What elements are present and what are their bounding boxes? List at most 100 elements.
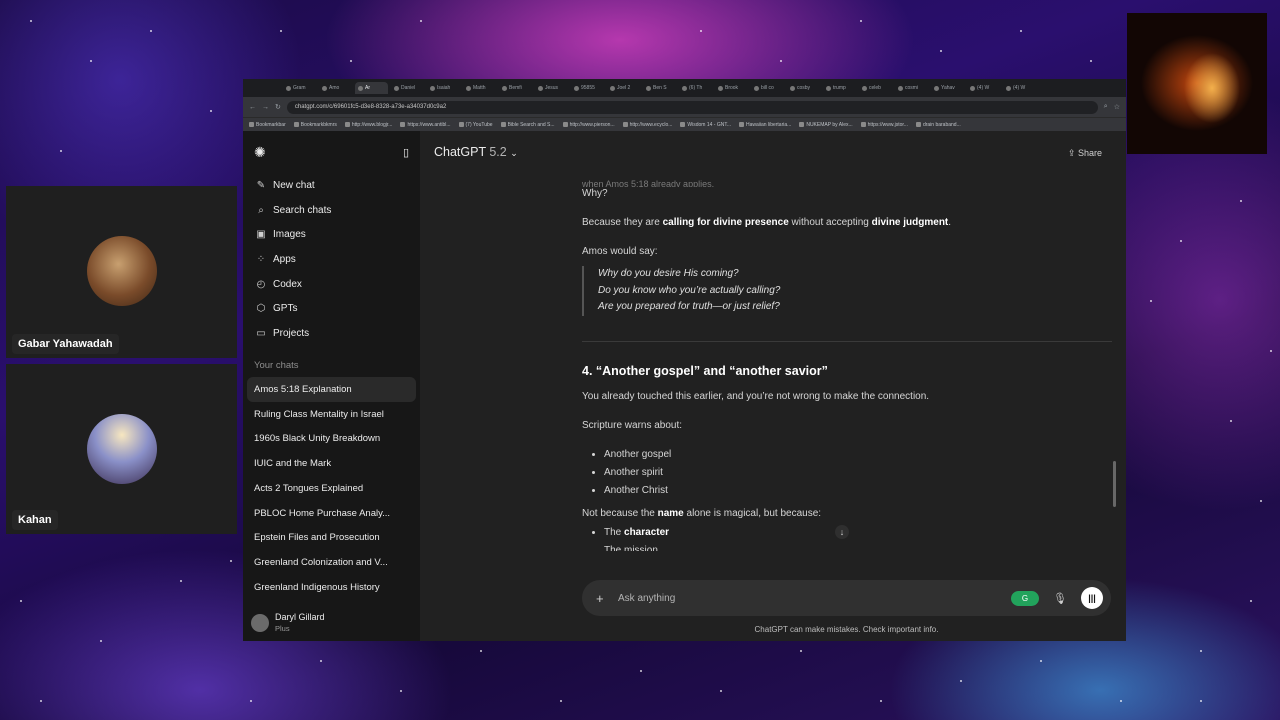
browser-tab[interactable]: (4) W — [1003, 82, 1036, 94]
projects-icon: ▭ — [256, 327, 266, 339]
bookmark-icon — [293, 122, 299, 127]
sidebar-item-new-chat[interactable]: ✎ New chat — [243, 173, 420, 198]
sidebar-item-projects[interactable]: ▭ Projects — [243, 321, 420, 346]
scrollbar[interactable] — [1113, 461, 1116, 507]
browser-tab[interactable]: Gram — [283, 82, 316, 94]
browser-tab[interactable]: (6) Th — [679, 82, 712, 94]
reload-icon[interactable]: ↻ — [275, 103, 281, 111]
browser-tab[interactable]: cosmi — [895, 82, 928, 94]
bookmark-item[interactable]: http://www.blogjr... — [344, 122, 392, 128]
model-selector[interactable]: ChatGPT 5.2 ⌄ — [434, 145, 518, 159]
user-profile[interactable]: Daryl Gillard Plus — [251, 612, 325, 633]
bookmark-item[interactable]: http://www.ecyclo... — [622, 122, 672, 128]
paragraph: Scripture warns about: — [582, 419, 683, 431]
bookmark-icon — [622, 122, 628, 127]
zoom-icon[interactable]: ⌕ — [1104, 103, 1108, 111]
apps-icon: ⁘ — [256, 253, 266, 265]
bookmarks-bar: Bookmarkbar Bookmarkbkmrs http://www.blogj… — [243, 117, 1126, 131]
favicon-icon — [1006, 85, 1011, 91]
favicon-icon — [358, 85, 363, 91]
blockquote: Why do you desire His coming? Do you kno… — [582, 266, 1112, 316]
section-heading: 4. “Another gospel” and “another savior” — [582, 363, 828, 378]
bookmark-item[interactable]: Bookmarkbkmrs — [293, 122, 337, 128]
gpts-icon: ⬡ — [256, 303, 266, 315]
chat-history-item[interactable]: IUIC and the Mark — [243, 451, 420, 476]
bookmark-item[interactable]: Bible Search and S... — [500, 122, 555, 128]
browser-tab[interactable]: (4) W — [967, 82, 1000, 94]
browser-tab[interactable]: Yahav — [931, 82, 964, 94]
grammarly-icon[interactable]: G — [1011, 590, 1040, 606]
plus-icon[interactable]: + — [596, 591, 610, 606]
bookmark-icon — [500, 122, 506, 127]
chat-history-item[interactable]: 1960s Black Unity Breakdown — [243, 426, 420, 451]
list-item: Another spirit — [604, 466, 1112, 479]
list-item: The mission — [604, 544, 1112, 551]
openai-logo-icon[interactable]: ✺ — [254, 144, 266, 161]
new-chat-icon: ✎ — [256, 179, 266, 191]
chevron-down-icon: ⌄ — [510, 148, 518, 158]
bookmark-item[interactable]: https://www.antibl... — [400, 122, 451, 128]
user-plan: Plus — [275, 624, 290, 633]
bookmark-item[interactable]: (7) YouTube — [458, 122, 493, 128]
disclaimer: ChatGPT can make mistakes. Check importa… — [754, 625, 939, 634]
url-input[interactable]: chatgpt.com/c/69601fc5-d3e8-8328-a73e-a3… — [286, 100, 1098, 114]
bookmark-icon — [344, 122, 350, 127]
scroll-down-button[interactable]: ↓ — [835, 525, 849, 539]
browser-tab[interactable]: Joel 2 — [607, 82, 640, 94]
bookmark-item[interactable]: Bookmarkbar — [249, 122, 286, 128]
browser-tab[interactable]: celeb — [859, 82, 892, 94]
chat-history-item[interactable]: Greenland Colonization and V... — [243, 550, 420, 575]
browser-tab[interactable]: Jesus — [535, 82, 568, 94]
sidebar-toggle-icon[interactable]: ▯ — [403, 146, 409, 159]
bookmark-item[interactable]: drain baraband... — [915, 122, 961, 128]
bookmark-icon — [860, 122, 866, 127]
codex-icon: ◴ — [256, 278, 266, 290]
browser-tab[interactable]: Daniel — [391, 82, 424, 94]
browser-tab[interactable]: Ben S — [643, 82, 676, 94]
sidebar-item-codex[interactable]: ◴ Codex — [243, 272, 420, 297]
browser-tab[interactable]: trump — [823, 82, 856, 94]
prompt-input[interactable] — [618, 592, 1012, 604]
chat-main: ChatGPT 5.2 ⌄ ⇪ Share when Amos 5:18 alr… — [420, 131, 1126, 641]
chat-history-item[interactable]: Amos 5:18 Explanation — [247, 376, 416, 402]
sidebar-item-gpts[interactable]: ⬡ GPTs — [243, 296, 420, 321]
browser-tab[interactable]: Amo — [319, 82, 352, 94]
browser-tab[interactable]: Brook — [715, 82, 748, 94]
browser-tab[interactable]: Matth — [463, 82, 496, 94]
chatgpt-app: ✺ ▯ ✎ New chat ⌕ Search chats ▣ Images ⁘ Apps ◴ C… — [243, 131, 1126, 641]
your-chats-heading: Your chats — [254, 359, 299, 371]
paragraph: Because they are calling for divine pres… — [582, 217, 952, 228]
star-icon[interactable]: ☆ — [1114, 103, 1120, 111]
bookmark-item[interactable]: Hawaiian libertaria... — [739, 122, 791, 128]
back-icon[interactable]: ← — [249, 104, 256, 111]
truncated-line: when Amos 5:18 already applies. — [582, 179, 715, 187]
share-button[interactable]: ⇪ Share — [1068, 148, 1102, 159]
browser-tab[interactable]: 95855 — [571, 82, 604, 94]
browser-tab[interactable]: Ar — [355, 82, 388, 94]
bookmark-item[interactable]: http://www.pierson... — [562, 122, 615, 128]
browser-tab[interactable]: cosby — [787, 82, 820, 94]
bookmark-item[interactable]: Wisdom 14 - GNT... — [680, 122, 731, 128]
forward-icon[interactable]: → — [262, 104, 269, 111]
bookmark-icon — [458, 122, 464, 127]
browser-tab[interactable]: Bemfi — [499, 82, 532, 94]
sidebar-item-search-chats[interactable]: ⌕ Search chats — [243, 198, 420, 223]
chat-history-item[interactable]: Greenland Indigenous History — [243, 575, 420, 600]
chat-history-item[interactable]: Acts 2 Tongues Explained — [243, 476, 420, 501]
browser-window: Gram Amo Ar Daniel Isaiah Matth Bemfi Jesus 9585… — [243, 79, 1126, 641]
sidebar-item-apps[interactable]: ⁘ Apps — [243, 247, 420, 272]
composer: + G 🎙 ||| — [582, 580, 1111, 616]
sidebar-item-images[interactable]: ▣ Images — [243, 222, 420, 247]
bookmark-item[interactable]: https://www.jstor... — [860, 122, 908, 128]
chat-history-item[interactable]: Ruling Class Mentality in Israel — [243, 402, 420, 427]
bookmark-item[interactable]: NUKEMAP by Alex... — [799, 122, 853, 128]
chat-history-item[interactable]: Epstein Files and Prosecution — [243, 526, 420, 551]
images-icon: ▣ — [256, 229, 266, 241]
browser-tab[interactable]: Isaiah — [427, 82, 460, 94]
favicon-icon — [754, 85, 759, 91]
chat-history-item[interactable]: PBLOC Home Purchase Analy... — [243, 501, 420, 526]
favicon-icon — [682, 85, 687, 91]
voice-mode-button[interactable]: ||| — [1081, 587, 1103, 609]
microphone-icon[interactable]: 🎙 — [1053, 592, 1067, 605]
browser-tab[interactable]: bill co — [751, 82, 784, 94]
